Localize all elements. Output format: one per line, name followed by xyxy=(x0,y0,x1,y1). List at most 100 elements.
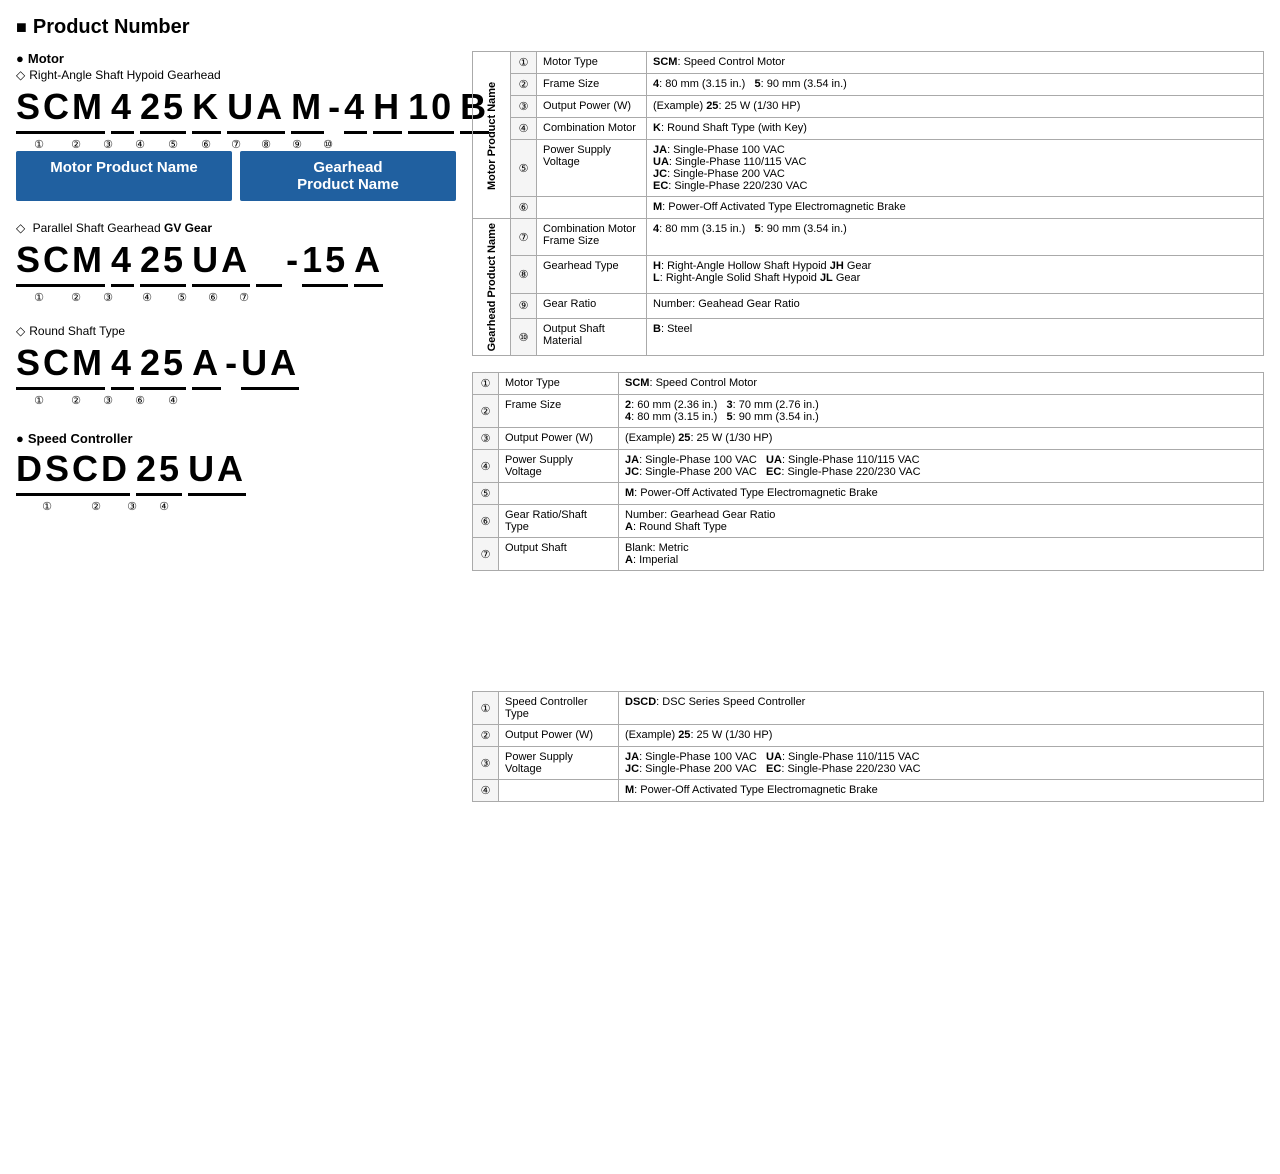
t1-num8: ⑧ xyxy=(511,256,537,293)
code1-k: K xyxy=(192,86,221,134)
t2-val6: Number: Gearhead Gear Ratio A: Round Sha… xyxy=(619,505,1264,538)
table1-row10: ⑩ Output Shaft Material B: Steel xyxy=(473,318,1264,356)
table2-row1: ① Motor Type SCM: Speed Control Motor xyxy=(473,373,1264,395)
t2-field7: Output Shaft xyxy=(499,538,619,571)
t1-field3: Output Power (W) xyxy=(537,96,647,118)
code3-container: SCM 4 25 A - xyxy=(16,342,456,390)
code1-h-chars: H xyxy=(373,86,402,128)
c1n7: ⑦ xyxy=(220,138,252,151)
code1-dash: - xyxy=(328,86,340,134)
code1-scm-line xyxy=(16,131,105,134)
t1-field7: Combination MotorFrame Size xyxy=(537,219,647,256)
c1n9: ⑨ xyxy=(280,138,314,151)
code1-25-line xyxy=(140,131,186,134)
hypoid-gearhead-label: Right-Angle Shaft Hypoid Gearhead xyxy=(16,68,456,82)
speed-controller-section: Speed Controller DSCD 25 UA xyxy=(16,431,456,513)
motor-product-name-box: Motor Product Name xyxy=(16,151,232,201)
code4-dscd: DSCD xyxy=(16,448,130,496)
t1-num9: ⑨ xyxy=(511,293,537,318)
code2-4: 4 xyxy=(111,239,134,287)
code1-k-line xyxy=(192,131,221,134)
code2-a: A xyxy=(354,239,383,287)
code3-4: 4 xyxy=(111,342,134,390)
code1-m-chars: M xyxy=(291,86,324,128)
code1-m: M xyxy=(291,86,324,134)
motor-product-name-group-label: Motor Product Name xyxy=(473,52,511,219)
t1-val1: SCM: Speed Control Motor xyxy=(647,52,1264,74)
t2-val7: Blank: Metric A: Imperial xyxy=(619,538,1264,571)
t1-num1: ① xyxy=(511,52,537,74)
t1-num2: ② xyxy=(511,74,537,96)
t3-field2: Output Power (W) xyxy=(499,725,619,747)
table2: ① Motor Type SCM: Speed Control Motor ② … xyxy=(472,372,1264,571)
gearhead-product-name-box: Gearhead Product Name xyxy=(240,151,456,201)
code1-scm-chars: SCM xyxy=(16,86,105,128)
parallel-label-text: Parallel Shaft Gearhead GV Gear xyxy=(33,221,212,235)
code1-h: H xyxy=(373,86,402,134)
t3-val3: JA: Single-Phase 100 VAC UA: Single-Phas… xyxy=(619,747,1264,780)
motor-section-label: Motor xyxy=(16,51,456,66)
code4-nums-row: ① ② ③ ④ xyxy=(16,500,456,513)
t3-field4 xyxy=(499,780,619,802)
code2-dash: - xyxy=(286,239,298,287)
table3-row1: ① Speed ControllerType DSCD: DSC Series … xyxy=(473,692,1264,725)
t1-num4: ④ xyxy=(511,118,537,140)
code3-nums-row: ① ② ③ ⑥ ④ xyxy=(16,394,456,407)
c2n7: ⑦ xyxy=(230,291,258,304)
table1-row8: ⑧ Gearhead Type H: Right-Angle Hollow Sh… xyxy=(473,256,1264,293)
c3n2: ② xyxy=(62,394,90,407)
code1-ua-chars: UA xyxy=(227,86,285,128)
code1-25: 25 xyxy=(140,86,186,134)
code1-10-chars: 10 xyxy=(408,86,454,128)
code1-container: SCM 4 25 K U xyxy=(16,86,456,134)
parallel-gearhead-section: Parallel Shaft Gearhead GV Gear SCM 4 25 xyxy=(16,221,456,304)
table1: Motor Product Name ① Motor Type SCM: Spe… xyxy=(472,51,1264,356)
t1-val7: 4: 80 mm (3.15 in.) 5: 90 mm (3.54 in.) xyxy=(647,219,1264,256)
t2-field4: Power Supply Voltage xyxy=(499,450,619,483)
sc-section-label: Speed Controller xyxy=(16,431,456,446)
code1-k-chars: K xyxy=(192,86,221,128)
t1-val6: M: Power-Off Activated Type Electromagne… xyxy=(647,197,1264,219)
t1-val10: B: Steel xyxy=(647,318,1264,356)
c1n3: ③ xyxy=(90,138,126,151)
t2-field5 xyxy=(499,483,619,505)
code1-25-chars: 25 xyxy=(140,86,186,128)
t1-field10: Output Shaft Material xyxy=(537,318,647,356)
table3: ① Speed ControllerType DSCD: DSC Series … xyxy=(472,691,1264,802)
t3-val1: DSCD: DSC Series Speed Controller xyxy=(619,692,1264,725)
code1-ua-line xyxy=(227,131,285,134)
title-text: Product Number xyxy=(33,16,190,39)
code1-10: 10 xyxy=(408,86,454,134)
t2-num3: ③ xyxy=(473,428,499,450)
c4n3: ③ xyxy=(114,500,150,513)
code1-4: 4 xyxy=(111,86,134,134)
code2-ua: UA xyxy=(192,239,250,287)
c3n1: ① xyxy=(16,394,62,407)
c1n5: ⑤ xyxy=(154,138,192,151)
code2-15: 15 xyxy=(302,239,348,287)
table2-row3: ③ Output Power (W) (Example) 25: 25 W (1… xyxy=(473,428,1264,450)
table2-row2: ② Frame Size 2: 60 mm (2.36 in.) 3: 70 m… xyxy=(473,395,1264,428)
t1-field5: Power Supply Voltage xyxy=(537,140,647,197)
page-container: Product Number Motor Right-Angle Shaft H… xyxy=(16,16,1264,818)
c2n2: ② xyxy=(62,291,90,304)
code3-ua: UA xyxy=(241,342,299,390)
t3-val2: (Example) 25: 25 W (1/30 HP) xyxy=(619,725,1264,747)
t1-val5: JA: Single-Phase 100 VAC UA: Single-Phas… xyxy=(647,140,1264,197)
code3-a: A xyxy=(192,342,221,390)
gearhead-product-name-group-label: Gearhead Product Name xyxy=(473,219,511,356)
c4n1: ① xyxy=(16,500,78,513)
c4n4: ④ xyxy=(150,500,178,513)
c1n6: ⑥ xyxy=(192,138,220,151)
t2-num2: ② xyxy=(473,395,499,428)
t1-field9: Gear Ratio xyxy=(537,293,647,318)
code3-dash: - xyxy=(225,342,237,390)
t2-field2: Frame Size xyxy=(499,395,619,428)
t3-num2: ② xyxy=(473,725,499,747)
c1n2: ② xyxy=(62,138,90,151)
c2n4: ④ xyxy=(126,291,168,304)
t1-num10: ⑩ xyxy=(511,318,537,356)
table1-row1: Motor Product Name ① Motor Type SCM: Spe… xyxy=(473,52,1264,74)
t1-val9: Number: Geahead Gear Ratio xyxy=(647,293,1264,318)
c1n8: ⑧ xyxy=(252,138,280,151)
